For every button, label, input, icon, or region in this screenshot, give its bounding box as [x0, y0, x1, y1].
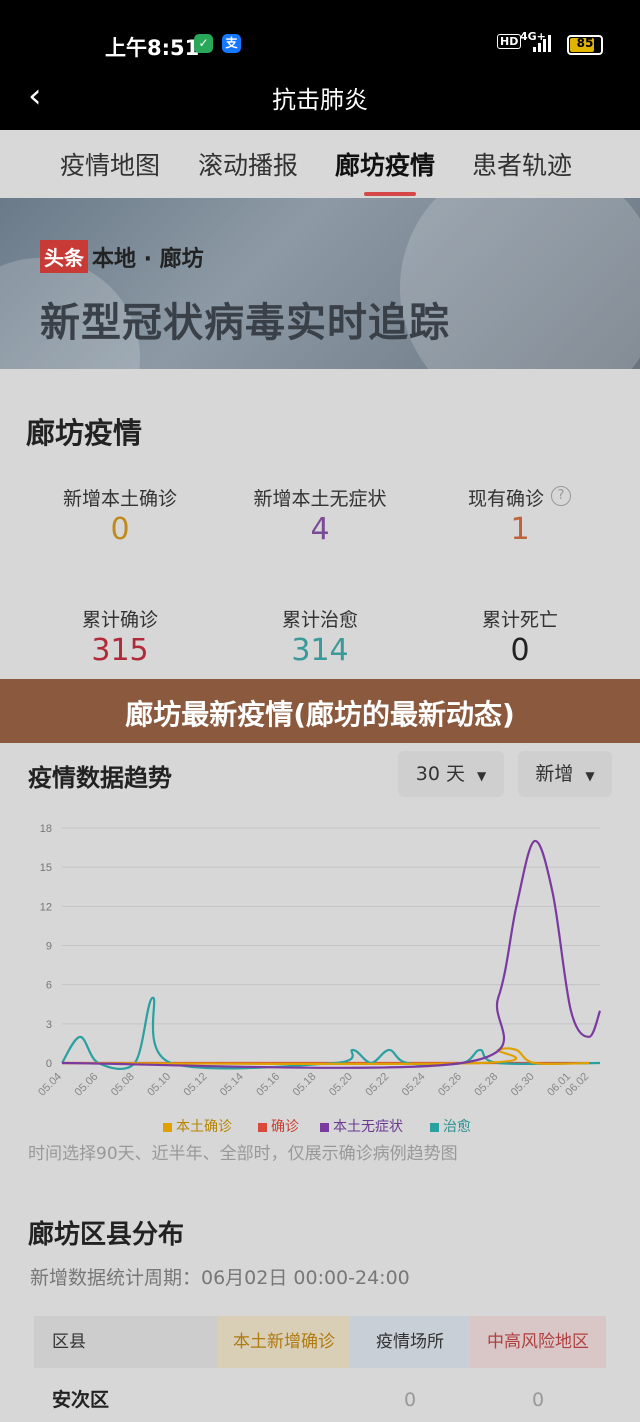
table-header-risk[interactable]: 中高风险地区	[470, 1316, 606, 1368]
legend-swatch	[430, 1122, 439, 1132]
table-header-places[interactable]: 疫情场所	[350, 1316, 470, 1368]
district-title: 廊坊区县分布	[28, 1220, 185, 1250]
trend-chart: 0 3 6 9 12 15 18 05.04 05.06 05.08 05.10 05.12 05.14…	[36, 823, 602, 1099]
x-tick-label: 05.28	[472, 1071, 500, 1099]
tab-tracks[interactable]: 患者轨迹	[472, 146, 572, 182]
table-cell-places: 0	[403, 1389, 417, 1411]
x-tick-label: 05.22	[363, 1071, 391, 1099]
x-tick-label: 05.26	[436, 1071, 464, 1099]
banner-title: 新型冠状病毒实时追踪	[40, 300, 450, 346]
x-tick-label: 05.18	[291, 1071, 319, 1099]
stat-value: 4	[310, 512, 330, 547]
stat-label: 累计确诊	[81, 609, 158, 631]
alipay-icon: 支	[222, 34, 241, 53]
type-select-value: 新增	[535, 763, 574, 785]
stat-label: 累计治愈	[281, 609, 358, 631]
caret-down-icon: ▼	[585, 769, 595, 783]
x-tick-label: 05.16	[254, 1071, 282, 1099]
range-select-value: 30 天	[415, 763, 465, 785]
series-line-cured	[61, 996, 601, 1071]
y-tick-label: 12	[40, 901, 52, 913]
tab-news[interactable]: 滚动播报	[198, 146, 298, 182]
table-header-confirmed[interactable]: 本土新增确诊	[218, 1316, 350, 1368]
legend-label: 本土无症状	[333, 1119, 403, 1135]
x-tick-label: 05.08	[109, 1071, 137, 1099]
headline-tag: 头条	[40, 240, 88, 273]
y-tick-label: 3	[46, 1019, 52, 1031]
table-cell-district[interactable]: 安次区	[52, 1378, 109, 1422]
type-select[interactable]: 新增 ▼	[518, 751, 612, 797]
stat-value: 315	[91, 633, 149, 668]
legend-item[interactable]: 治愈	[430, 1116, 471, 1136]
legend-swatch	[163, 1122, 172, 1132]
x-tick-label: 05.24	[400, 1071, 428, 1099]
x-tick-label: 05.06	[73, 1071, 101, 1099]
x-tick-label: 05.20	[327, 1071, 355, 1099]
table-cell-risk: 0	[531, 1389, 545, 1411]
x-tick-label: 05.12	[182, 1071, 210, 1099]
legend-label: 确诊	[271, 1119, 299, 1135]
legend-label: 治愈	[443, 1119, 471, 1135]
legend-item[interactable]: 本土确诊	[163, 1116, 232, 1136]
legend-swatch	[320, 1122, 329, 1132]
summary-title: 廊坊疫情	[26, 416, 143, 450]
x-tick-label: 05.10	[145, 1071, 173, 1099]
y-tick-label: 15	[40, 862, 52, 874]
tab-langfang[interactable]: 廊坊疫情	[335, 146, 435, 182]
caret-down-icon: ▼	[477, 769, 487, 783]
overlay-title: 廊坊最新疫情(廊坊的最新动态)	[125, 698, 515, 731]
x-tick-label: 05.30	[509, 1071, 537, 1099]
battery-icon: 85	[567, 35, 603, 55]
stat-value: 1	[510, 512, 530, 547]
banner-location: 本地 · 廊坊	[92, 247, 204, 272]
stat-label: 新增本土无症状	[253, 488, 387, 510]
signal-icon	[533, 35, 557, 52]
tab-active-indicator	[364, 192, 416, 196]
legend-item[interactable]: 本土无症状	[320, 1116, 403, 1136]
table-header-district: 区县	[34, 1316, 218, 1368]
y-tick-label: 9	[46, 941, 52, 953]
series-line-local-confirmed	[61, 1047, 590, 1066]
trend-title: 疫情数据趋势	[28, 764, 172, 792]
stat-label: 现有确诊	[467, 488, 544, 510]
stat-label: 累计死亡	[481, 609, 558, 631]
x-tick-label: 05.14	[218, 1071, 246, 1099]
stat-value: 0	[510, 633, 530, 668]
legend-label: 本土确诊	[176, 1119, 232, 1135]
hd-icon: HD	[497, 34, 522, 49]
legend-item[interactable]: 确诊	[258, 1116, 299, 1136]
legend-swatch	[258, 1122, 267, 1132]
tab-map[interactable]: 疫情地图	[60, 146, 160, 182]
shield-icon: ✓	[194, 34, 213, 53]
help-icon[interactable]: ?	[551, 486, 571, 506]
page-title: 抗击肺炎	[272, 86, 368, 114]
stat-label: 新增本土确诊	[62, 488, 177, 510]
y-tick-label: 18	[40, 823, 52, 835]
trend-note: 时间选择90天、近半年、全部时，仅展示确诊病例趋势图	[28, 1144, 458, 1164]
district-subtitle: 新增数据统计周期：06月02日 00:00-24:00	[30, 1267, 410, 1289]
y-tick-label: 6	[46, 980, 52, 992]
y-tick-label: 0	[46, 1058, 52, 1070]
stat-value: 314	[291, 633, 349, 668]
status-time: 上午8:51	[105, 36, 200, 60]
battery-text: 85	[576, 36, 594, 50]
x-tick-label: 05.04	[36, 1071, 64, 1099]
range-select[interactable]: 30 天 ▼	[398, 751, 504, 797]
stat-value: 0	[110, 512, 130, 547]
